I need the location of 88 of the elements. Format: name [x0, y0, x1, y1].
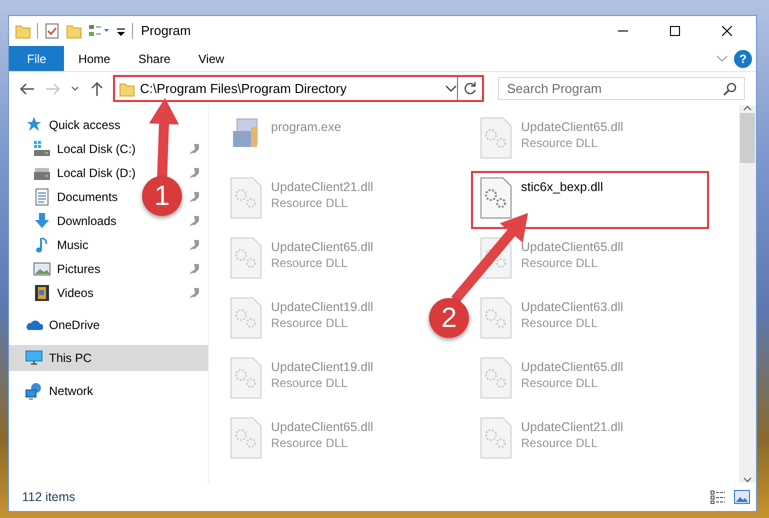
- pin-icon: [190, 288, 200, 298]
- drive-icon: [33, 140, 51, 158]
- pin-icon: [190, 192, 200, 202]
- settings-file-icon: [479, 417, 513, 459]
- file-name: UpdateClient21.dll: [521, 419, 624, 435]
- document-icon: [33, 188, 51, 206]
- scroll-down-icon[interactable]: [743, 477, 752, 483]
- search-field[interactable]: Search Program: [498, 77, 745, 100]
- address-field[interactable]: C:\Program Files\Program Directory: [115, 77, 458, 100]
- file-name: UpdateClient65.dll: [521, 119, 624, 135]
- nav-item[interactable]: Quick access: [25, 116, 120, 134]
- up-arrow-icon: [90, 80, 104, 96]
- file-name: program.exe: [271, 119, 342, 135]
- folder-icon: [15, 23, 31, 39]
- file-type: Resource DLL: [521, 435, 599, 451]
- view-options-icon[interactable]: [88, 23, 110, 39]
- picture-icon: [33, 260, 51, 278]
- file-name: stic6x_bexp.dll: [521, 179, 603, 195]
- pin-icon: [190, 216, 200, 226]
- nav-item[interactable]: Music: [33, 236, 88, 254]
- close-icon: [722, 26, 732, 36]
- network-icon: [25, 382, 43, 400]
- maximize-icon: [670, 26, 680, 36]
- settings-file-icon: [479, 357, 513, 399]
- expand-ribbon-icon[interactable]: [716, 54, 728, 62]
- file-name: UpdateClient65.dll: [521, 239, 624, 255]
- pin-icon: [190, 168, 200, 178]
- nav-item[interactable]: Network: [25, 382, 94, 400]
- file-name: UpdateClient19.dll: [271, 299, 374, 315]
- settings-file-icon: [229, 177, 263, 219]
- file-type: Resource DLL: [521, 375, 599, 391]
- settings-file-icon: [479, 117, 513, 159]
- window-title: Program: [141, 22, 191, 40]
- ribbon-tab[interactable]: View: [184, 46, 238, 71]
- large-icons-view-icon[interactable]: [734, 490, 750, 504]
- file-type: Resource DLL: [271, 375, 349, 391]
- file-name: UpdateClient21.dll: [271, 179, 374, 195]
- search-icon: [723, 82, 737, 96]
- settings-file-icon: [229, 417, 263, 459]
- file-name: UpdateClient65.dll: [521, 359, 624, 375]
- nav-item[interactable]: Downloads: [33, 212, 116, 230]
- file-type: Resource DLL: [271, 315, 349, 331]
- star-icon: [25, 116, 43, 134]
- dropdown-caret-icon[interactable]: [445, 84, 457, 92]
- refresh-icon: [463, 82, 477, 96]
- nav-item[interactable]: Videos: [33, 284, 94, 302]
- ribbon-tab[interactable]: Share: [124, 46, 184, 71]
- pin-icon: [190, 144, 200, 154]
- file-name: UpdateClient63.dll: [521, 299, 624, 315]
- nav-item[interactable]: Pictures: [33, 260, 100, 278]
- help-button[interactable]: ?: [734, 50, 752, 68]
- nav-item[interactable]: Local Disk (D:): [33, 164, 136, 182]
- details-view-icon[interactable]: [710, 490, 726, 504]
- item-count: 112 items: [22, 488, 76, 506]
- file-type: Resource DLL: [521, 255, 599, 271]
- file-type: Resource DLL: [521, 135, 599, 151]
- file-name: UpdateClient19.dll: [271, 359, 374, 375]
- nav-item[interactable]: OneDrive: [25, 316, 100, 334]
- file-item[interactable]: stic6x_bexp.dll: [471, 171, 709, 229]
- ribbon-tab[interactable]: Home: [64, 46, 124, 71]
- properties-icon[interactable]: [44, 23, 60, 39]
- down-arrow-icon: [33, 212, 51, 230]
- film-icon: [33, 284, 51, 302]
- file-type: Resource DLL: [271, 435, 349, 451]
- nav-item[interactable]: Documents: [33, 188, 118, 206]
- settings-file-icon: [229, 297, 263, 339]
- file-type: Resource DLL: [271, 195, 349, 211]
- folder-icon: [119, 80, 135, 96]
- pin-icon: [190, 240, 200, 250]
- scrollbar[interactable]: [739, 105, 756, 483]
- monitor-icon: [25, 349, 43, 367]
- file-name: UpdateClient65.dll: [271, 239, 374, 255]
- ribbon-tab[interactable]: File: [9, 46, 64, 71]
- file-type: Resource DLL: [271, 255, 349, 271]
- caret-icon: [71, 86, 79, 92]
- settings-file-icon: [479, 177, 513, 219]
- pin-icon: [190, 264, 200, 274]
- settings-file-icon: [229, 237, 263, 279]
- forward-arrow-icon: [45, 82, 61, 96]
- settings-file-icon: [479, 297, 513, 339]
- back-arrow-icon: [19, 82, 35, 96]
- nav-item[interactable]: Local Disk (C:): [33, 140, 136, 158]
- file-name: UpdateClient65.dll: [271, 419, 374, 435]
- nav-item[interactable]: This PC: [25, 349, 92, 367]
- file-type: Resource DLL: [521, 315, 599, 331]
- settings-file-icon: [229, 357, 263, 399]
- scroll-thumb[interactable]: [740, 113, 755, 163]
- scroll-up-icon[interactable]: [743, 105, 752, 111]
